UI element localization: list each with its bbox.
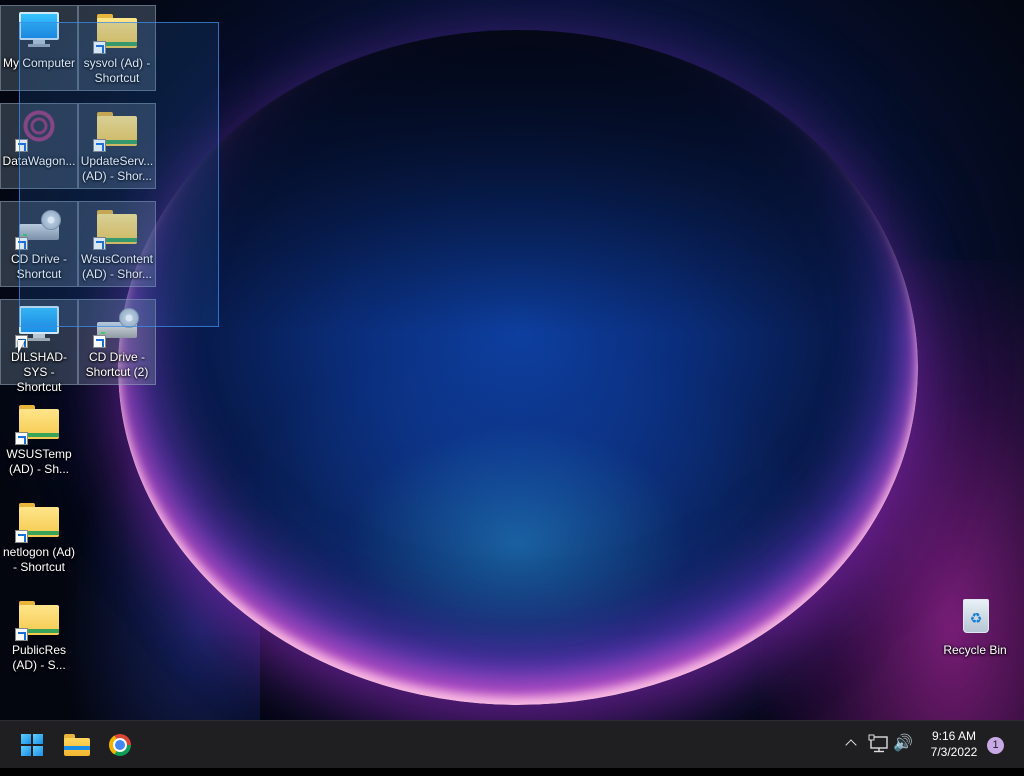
desktop-icon-recycle-bin[interactable]: ♻ Recycle Bin bbox=[936, 593, 1014, 679]
clock-time: 9:16 AM bbox=[931, 729, 977, 743]
volume-icon[interactable]: 🔊 bbox=[893, 734, 915, 754]
desktop-icon-wsustemp[interactable]: WSUSTemp (AD) - Sh... bbox=[0, 397, 78, 483]
shortcut-arrow-icon bbox=[15, 530, 28, 543]
clock[interactable]: 9:16 AM 7/3/2022 bbox=[920, 728, 988, 776]
shortcut-arrow-icon bbox=[15, 432, 28, 445]
folder-icon bbox=[15, 499, 63, 543]
wallpaper-shade bbox=[118, 30, 918, 705]
taskbar: 🔊 9:16 AM 7/3/2022 1 bbox=[0, 720, 1024, 768]
desktop-icon-label: netlogon (Ad) - Shortcut bbox=[2, 545, 76, 574]
desktop-icon-publicres[interactable]: PublicRes (AD) - S... bbox=[0, 593, 78, 679]
selection-rectangle bbox=[19, 22, 219, 327]
recycle-bin-icon: ♻ bbox=[951, 597, 999, 641]
chevron-up-icon[interactable] bbox=[842, 735, 860, 753]
shortcut-arrow-icon bbox=[15, 628, 28, 641]
desktop-icon-label: CD Drive - Shortcut (2) bbox=[85, 350, 149, 379]
desktop-icon-label: DILSHAD-SYS - Shortcut bbox=[10, 350, 67, 394]
folder-icon bbox=[15, 401, 63, 445]
mouse-cursor-icon bbox=[18, 340, 25, 354]
shortcut-arrow-icon bbox=[93, 335, 106, 348]
file-explorer-icon bbox=[64, 734, 90, 756]
network-icon[interactable] bbox=[868, 734, 890, 754]
folder-icon bbox=[15, 597, 63, 641]
desktop-icon-label: WSUSTemp (AD) - Sh... bbox=[6, 447, 72, 476]
desktop-icon-netlogon[interactable]: netlogon (Ad) - Shortcut bbox=[0, 495, 78, 581]
chrome-button[interactable] bbox=[100, 725, 140, 765]
windows-start-icon bbox=[21, 734, 43, 756]
desktop-icon-label: PublicRes (AD) - S... bbox=[11, 643, 67, 672]
file-explorer-button[interactable] bbox=[56, 725, 96, 765]
notification-badge[interactable]: 1 bbox=[987, 737, 1004, 754]
desktop-icon-label: Recycle Bin bbox=[943, 643, 1007, 657]
clock-date: 7/3/2022 bbox=[930, 745, 978, 759]
chrome-icon bbox=[109, 734, 131, 756]
start-button[interactable] bbox=[12, 725, 52, 765]
desktop[interactable]: My Computer sysvol (Ad) - Shortcut DataW… bbox=[0, 0, 1024, 720]
